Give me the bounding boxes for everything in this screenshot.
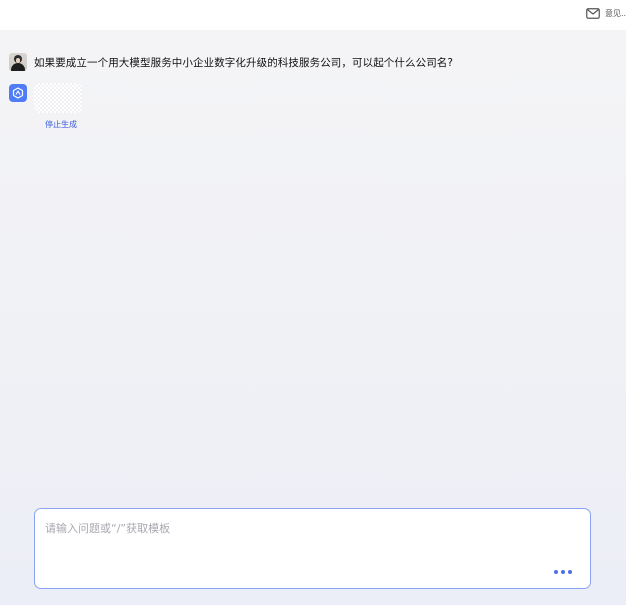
feedback-label: 意见... — [605, 9, 626, 18]
bot-avatar — [9, 84, 27, 102]
cube-logo-icon — [12, 84, 24, 103]
bot-response-loading — [34, 83, 82, 113]
top-bar: 意见... — [0, 0, 626, 30]
composer — [34, 508, 591, 589]
mail-icon — [586, 8, 600, 19]
more-dots-icon — [554, 570, 558, 574]
prompt-input[interactable] — [35, 509, 590, 588]
chat-area: 如果要成立一个用大模型服务中小企业数字化升级的科技服务公司，可以起个什么公司名?… — [0, 30, 626, 605]
chat-page: 意见... 如果要成立一个用大模型服务中小企业数字化升级的科技服务公司，可以起个… — [0, 0, 626, 605]
user-message-text: 如果要成立一个用大模型服务中小企业数字化升级的科技服务公司，可以起个什么公司名? — [34, 56, 454, 69]
more-options-button[interactable] — [554, 570, 572, 574]
stop-generating-button[interactable]: 停止生成 — [45, 119, 77, 130]
user-message-row: 如果要成立一个用大模型服务中小企业数字化升级的科技服务公司，可以起个什么公司名? — [9, 53, 453, 71]
user-avatar — [9, 53, 27, 71]
feedback-button[interactable]: 意见... — [586, 8, 626, 19]
